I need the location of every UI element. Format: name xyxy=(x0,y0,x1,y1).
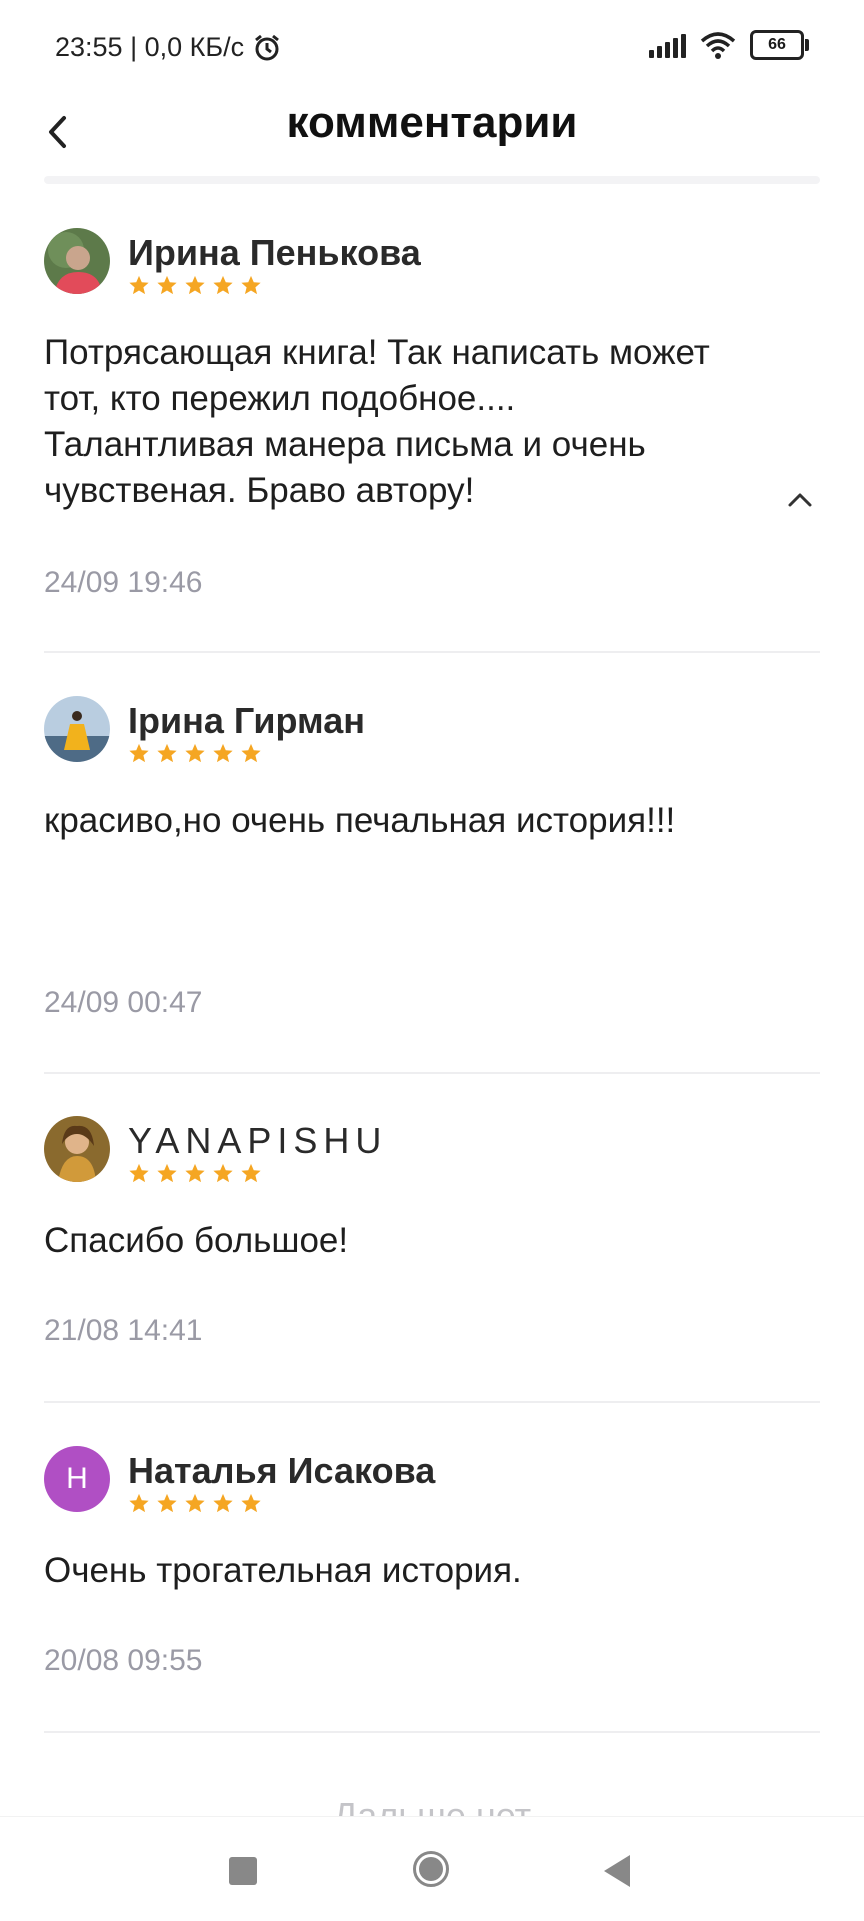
home-button[interactable] xyxy=(413,1851,449,1887)
avatar[interactable] xyxy=(44,1116,110,1182)
alarm-icon xyxy=(255,34,280,60)
chevron-up-icon xyxy=(788,493,812,507)
divider xyxy=(44,1401,820,1403)
status-left: 23:55 | 0,0 КБ/с xyxy=(55,32,282,63)
star-icon xyxy=(129,275,149,295)
rating-stars xyxy=(128,1162,262,1184)
star-icon xyxy=(241,1163,261,1183)
star-icon xyxy=(129,743,149,763)
comment-text: Очень трогательная история. xyxy=(44,1551,522,1590)
divider xyxy=(44,651,820,653)
header-divider xyxy=(44,176,820,184)
star-icon xyxy=(185,275,205,295)
star-icon xyxy=(185,1163,205,1183)
star-icon xyxy=(241,1493,261,1513)
avatar[interactable] xyxy=(44,228,110,294)
avatar-initial: Н xyxy=(66,1462,88,1495)
divider xyxy=(44,1731,820,1733)
home-icon xyxy=(419,1857,443,1881)
battery-icon: 66 xyxy=(750,30,809,60)
star-icon xyxy=(157,743,177,763)
status-right: 66 xyxy=(649,30,809,60)
divider xyxy=(44,1072,820,1074)
star-icon xyxy=(185,743,205,763)
comment-date: 20/08 09:55 xyxy=(44,1644,203,1677)
recents-button[interactable] xyxy=(229,1857,257,1885)
system-nav-bar xyxy=(0,1816,864,1921)
battery-level: 66 xyxy=(768,36,786,53)
rating-stars xyxy=(128,1492,262,1514)
rating-stars xyxy=(128,274,262,296)
status-time-speed: 23:55 | 0,0 КБ/с xyxy=(55,32,245,62)
star-icon xyxy=(213,1493,233,1513)
status-bar: 23:55 | 0,0 КБ/с 66 xyxy=(0,0,864,96)
author-name[interactable]: YANAPISHU xyxy=(128,1120,387,1162)
star-icon xyxy=(185,1493,205,1513)
header: комментарии xyxy=(0,96,864,180)
comment-item: Ірина Гирман красиво,но очень печальная … xyxy=(44,696,820,1019)
avatar[interactable] xyxy=(44,696,110,762)
page-title: комментарии xyxy=(286,98,578,147)
star-icon xyxy=(241,275,261,295)
author-name[interactable]: Ірина Гирман xyxy=(128,700,365,742)
star-icon xyxy=(129,1493,149,1513)
system-back-button[interactable] xyxy=(604,1855,630,1887)
comment-item: Н Наталья Исакова Очень трогательная ист… xyxy=(44,1446,820,1677)
comment-item: Ирина Пенькова Потрясающая книга! Так на… xyxy=(44,228,820,599)
comment-text: Спасибо большое! xyxy=(44,1221,349,1260)
comment-date: 24/09 00:47 xyxy=(44,986,203,1019)
comment-text: красиво,но очень печальная история!!! xyxy=(44,801,676,840)
rating-stars xyxy=(128,742,262,764)
collapse-button[interactable] xyxy=(780,480,820,520)
comment-item: YANAPISHU Спасибо большое! 21/08 14:41 xyxy=(44,1116,820,1347)
author-name[interactable]: Наталья Исакова xyxy=(128,1450,435,1492)
star-icon xyxy=(157,1163,177,1183)
star-icon xyxy=(213,1163,233,1183)
comment-date: 21/08 14:41 xyxy=(44,1314,203,1347)
avatar[interactable]: Н xyxy=(44,1446,110,1512)
star-icon xyxy=(129,1163,149,1183)
comment-date: 24/09 19:46 xyxy=(44,566,203,599)
star-icon xyxy=(213,275,233,295)
star-icon xyxy=(213,743,233,763)
signal-icon xyxy=(649,32,686,58)
comment-text: Потрясающая книга! Так написать может то… xyxy=(44,333,710,510)
wifi-icon xyxy=(700,32,736,59)
star-icon xyxy=(241,743,261,763)
author-name[interactable]: Ирина Пенькова xyxy=(128,232,421,274)
star-icon xyxy=(157,275,177,295)
star-icon xyxy=(157,1493,177,1513)
